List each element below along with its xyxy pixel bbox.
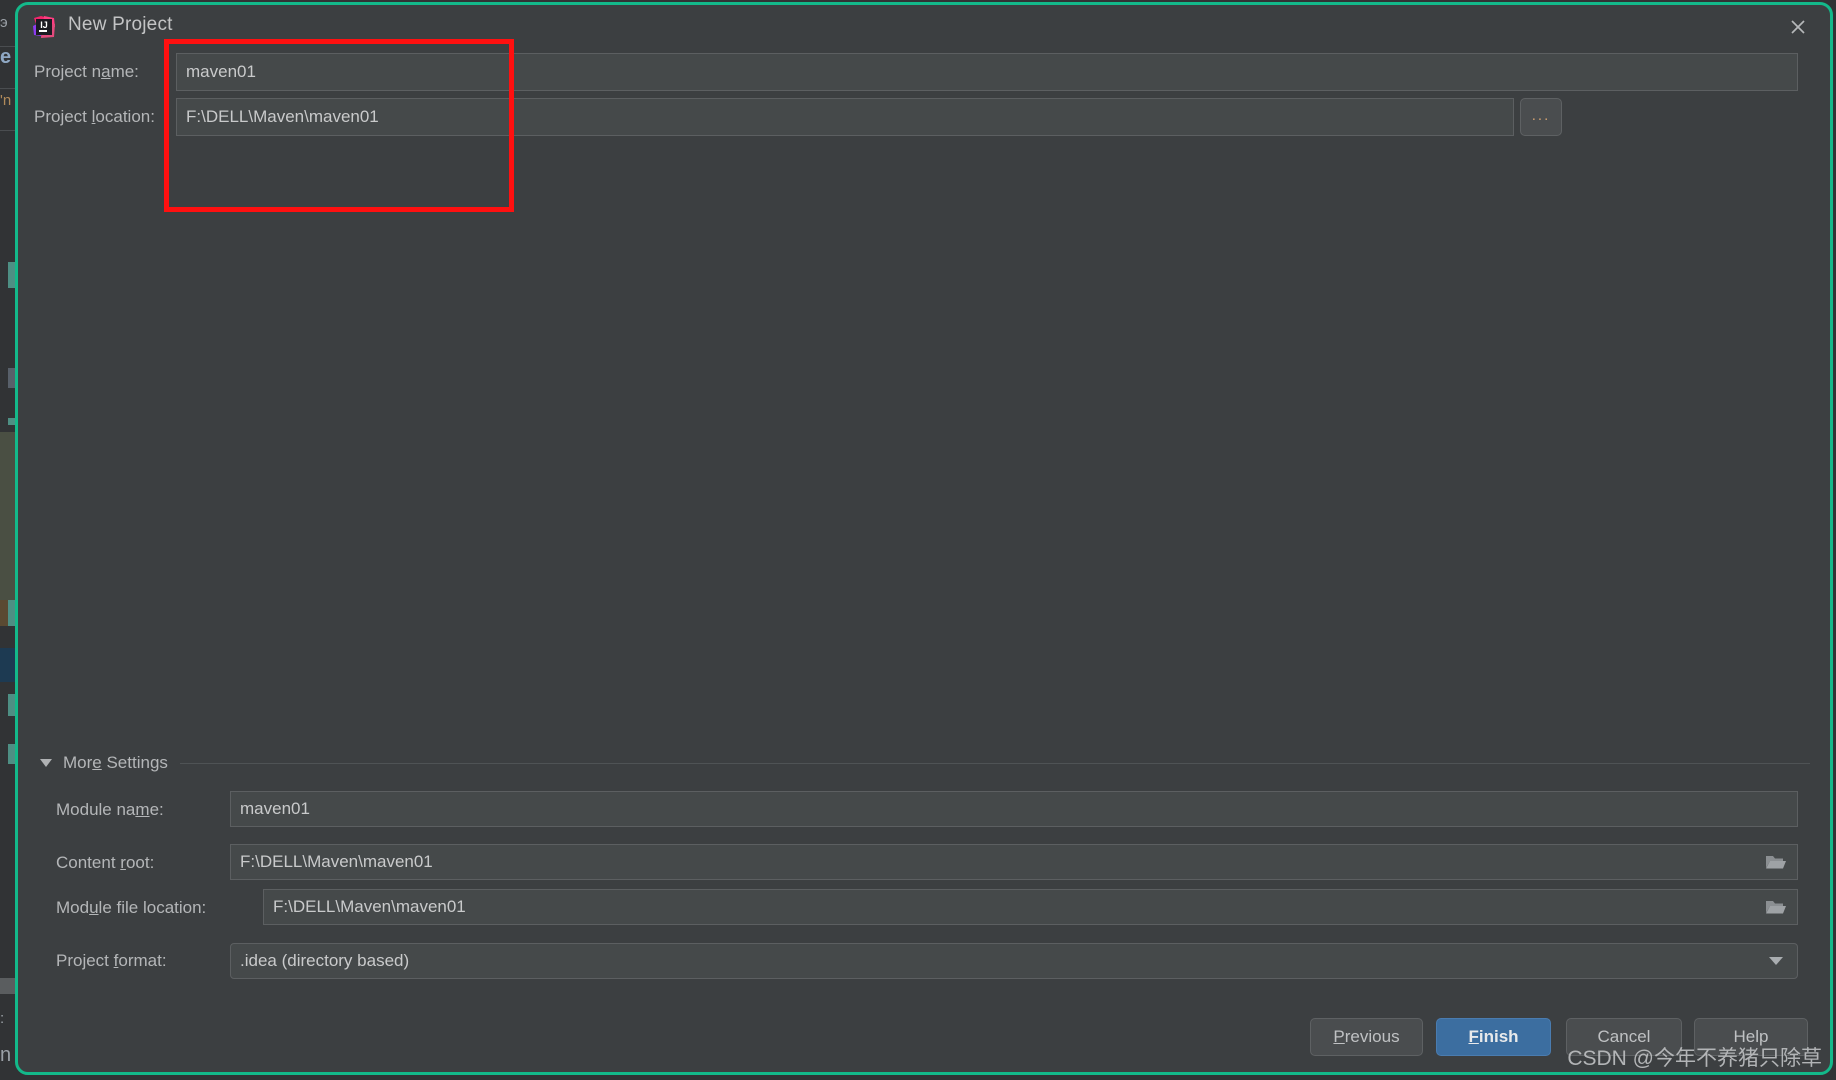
background-marker <box>8 368 15 388</box>
project-format-dropdown-arrow[interactable] <box>1755 944 1797 978</box>
chevron-down-icon <box>1769 957 1783 965</box>
module-name-input[interactable]: maven01 <box>230 791 1798 827</box>
content-root-label: Content root: <box>56 853 155 872</box>
watermark-text: CSDN @今年不养猪只除草 <box>1567 1047 1822 1070</box>
folder-icon <box>1766 856 1786 869</box>
browse-project-location-button[interactable]: ... <box>1520 98 1562 136</box>
project-name-input[interactable]: maven01 <box>176 53 1798 91</box>
browse-content-root-button[interactable] <box>1755 845 1797 879</box>
section-rule <box>179 762 1810 764</box>
previous-button-label: Previous <box>1333 1027 1400 1046</box>
more-settings-label: More Settings <box>63 753 168 772</box>
dialog-title-bar: IJ New Project <box>18 5 1830 49</box>
folder-icon <box>1766 901 1786 914</box>
dialog-title: New Project <box>68 14 173 35</box>
project-format-label: Project format: <box>56 951 167 970</box>
svg-text:IJ: IJ <box>40 20 48 30</box>
more-settings-toggle[interactable]: More Settings <box>40 753 1810 773</box>
module-file-location-input[interactable]: F:\DELL\Maven\maven01 <box>263 889 1798 925</box>
close-icon[interactable] <box>1784 13 1812 41</box>
project-format-select[interactable]: .idea (directory based) <box>230 943 1798 979</box>
background-marker <box>8 600 15 626</box>
project-name-label: Project name: <box>34 62 139 81</box>
background-marker <box>8 418 15 425</box>
project-location-input[interactable]: F:\DELL\Maven\maven01 <box>176 98 1514 136</box>
previous-button[interactable]: Previous <box>1310 1018 1423 1056</box>
browse-module-file-location-button[interactable] <box>1755 890 1797 924</box>
content-root-input[interactable]: F:\DELL\Maven\maven01 <box>230 844 1798 880</box>
module-name-label: Module name: <box>56 800 164 819</box>
finish-button[interactable]: Finish <box>1436 1018 1551 1056</box>
background-marker <box>8 744 15 764</box>
finish-button-label: Finish <box>1468 1027 1519 1046</box>
new-project-dialog: IJ New Project Project name: maven01 Pro… <box>15 2 1833 1075</box>
intellij-idea-icon: IJ <box>32 15 56 39</box>
background-marker <box>8 262 15 288</box>
triangle-down-icon <box>40 759 52 767</box>
project-location-label: Project location: <box>34 107 155 126</box>
ellipsis-icon: ... <box>1531 106 1551 124</box>
module-file-location-label: Module file location: <box>56 898 207 917</box>
background-marker <box>8 694 15 716</box>
